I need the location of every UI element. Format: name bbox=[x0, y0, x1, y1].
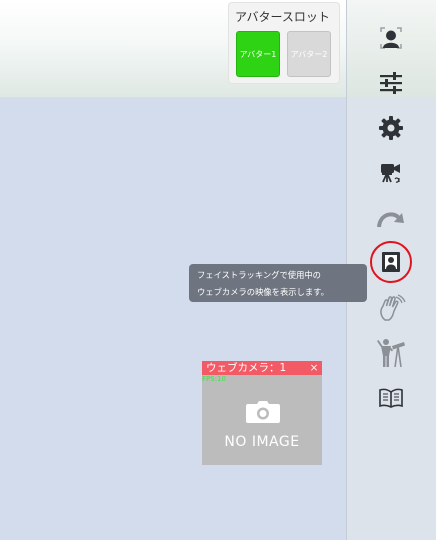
camera-icon bbox=[245, 401, 281, 427]
avatar-slot-1-button[interactable]: アバター1 bbox=[236, 31, 280, 77]
settings-gear-button[interactable] bbox=[374, 111, 408, 145]
tooltip-line-2: ウェブカメラの映像を表示します。 bbox=[197, 287, 329, 297]
close-button[interactable]: × bbox=[309, 361, 319, 375]
camera-button[interactable] bbox=[374, 156, 408, 190]
settings-sliders-button[interactable] bbox=[374, 66, 408, 100]
hand-wave-icon bbox=[376, 293, 406, 323]
avatar-slot-1-label: アバター1 bbox=[239, 49, 277, 59]
avatar-slot-2-label: アバター2 bbox=[290, 49, 328, 59]
person-telescope-icon bbox=[376, 337, 406, 369]
camera-tripod-icon bbox=[378, 160, 404, 186]
avatar-slot-2-button[interactable]: アバター2 bbox=[287, 31, 331, 77]
avatar-slot-title: アバタースロット bbox=[235, 10, 330, 24]
telescope-button[interactable] bbox=[374, 336, 408, 370]
manual-button[interactable] bbox=[374, 381, 408, 415]
webcam-window[interactable]: ウェブカメラ：1 × FPS:10 NO IMAGE bbox=[202, 361, 322, 465]
webcam-window-header[interactable]: ウェブカメラ：1 × bbox=[202, 361, 322, 375]
no-image-label: NO IMAGE bbox=[224, 434, 300, 450]
close-icon: × bbox=[309, 362, 319, 374]
redo-button[interactable] bbox=[374, 201, 408, 235]
webcam-portrait-icon bbox=[379, 249, 403, 275]
sliders-icon bbox=[378, 70, 404, 96]
avatar-slot-panel: アバタースロット アバター1 アバター2 bbox=[228, 2, 340, 84]
webcam-view-button[interactable] bbox=[374, 245, 408, 279]
webcam-tooltip: フェイストラッキングで使用中の ウェブカメラの映像を表示します。 bbox=[189, 264, 367, 302]
avatar-face-icon bbox=[378, 25, 404, 51]
redo-arrow-icon bbox=[376, 205, 406, 231]
tooltip-line-1: フェイストラッキングで使用中の bbox=[197, 270, 321, 280]
book-icon bbox=[378, 386, 404, 410]
gear-icon bbox=[378, 115, 404, 141]
fps-readout: FPS:10 bbox=[202, 375, 226, 383]
hand-gesture-button[interactable] bbox=[374, 291, 408, 325]
webcam-window-title: ウェブカメラ：1 bbox=[206, 362, 287, 374]
avatar-face-button[interactable] bbox=[374, 21, 408, 55]
